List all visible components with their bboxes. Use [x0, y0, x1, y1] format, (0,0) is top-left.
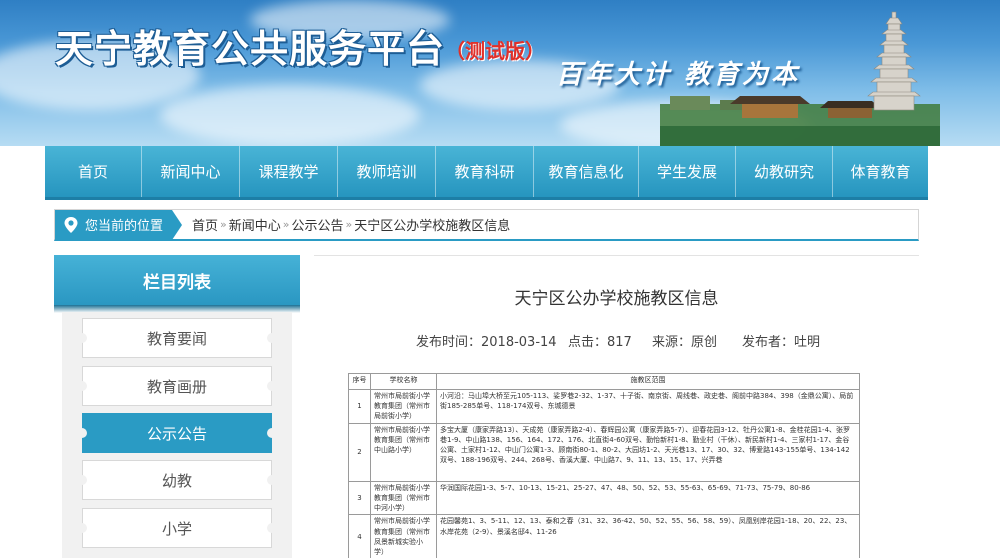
beta-tag: （测试版）: [445, 39, 545, 63]
table-header: 学校名称: [370, 373, 437, 390]
table-row: 1 常州市局前街小学教育集团（常州市局前街小学） 小河沿：马山埠大桥至元105-…: [348, 389, 860, 424]
breadcrumb-home[interactable]: 首页: [192, 215, 218, 234]
district-range: 花园馨苑1、3、5-11、12、13、泰和之春（31、32、36-42、50、5…: [436, 514, 860, 558]
nav-item-research[interactable]: 教育科研: [436, 146, 534, 197]
school-name: 常州市局前街小学教育集团（常州市中山路小学）: [370, 423, 437, 482]
breadcrumb-current: 天宁区公办学校施教区信息: [354, 219, 511, 234]
nav-item-news-center[interactable]: 新闻中心: [142, 146, 240, 197]
header-banner: 天宁教育公共服务平台 （测试版） 百年大计 教育为本: [0, 0, 1000, 146]
district-range: 多宝大厦（康家弄路13）、天成苑（康家弄路2-4）、春辉园公寓（康家弄路5-7）…: [436, 423, 860, 482]
nav-item-informatization[interactable]: 教育信息化: [534, 146, 639, 197]
location-badge: 您当前的位置: [55, 210, 182, 240]
site-title: 天宁教育公共服务平台: [55, 27, 446, 71]
publisher-text: 发布者：吐明: [742, 335, 821, 350]
district-range: 小河沿：马山埠大桥至元105-113、娑罗巷2-32、1-37、十子街、南京街、…: [436, 389, 860, 424]
sidebar-item-education-album[interactable]: 教育画册: [77, 366, 277, 406]
pagoda-illustration: [660, 11, 940, 146]
nav-item-preschool-research[interactable]: 幼教研究: [736, 146, 833, 197]
article-title: 天宁区公办学校施教区信息: [514, 289, 719, 309]
row-number: 3: [348, 480, 371, 516]
source-text: 来源：原创: [652, 335, 718, 350]
sidebar-item-education-news[interactable]: 教育要闻: [77, 318, 277, 358]
click-count: 点击：817: [568, 331, 632, 350]
nav-item-student-development[interactable]: 学生发展: [639, 146, 736, 197]
table-header: 序号: [348, 373, 371, 390]
sidebar: 教育要闻 教育画册 公示公告 幼教 小学: [62, 312, 292, 558]
nav-item-curriculum[interactable]: 课程教学: [240, 146, 338, 197]
breadcrumb-trail: 首页 » 新闻中心 » 公示公告 » 天宁区公办学校施教区信息: [192, 215, 510, 234]
table-header: 施教区范围: [436, 373, 860, 390]
location-pin-icon: [64, 216, 78, 233]
breadcrumb: 您当前的位置 首页 » 新闻中心 » 公示公告 » 天宁区公办学校施教区信息: [54, 209, 919, 241]
breadcrumb-announcements[interactable]: 公示公告: [292, 215, 344, 234]
table-row: 2 常州市局前街小学教育集团（常州市中山路小学） 多宝大厦（康家弄路13）、天成…: [348, 423, 860, 482]
table-row: 4 常州市局前街小学教育集团（常州市凤景新城实验小学） 花园馨苑1、3、5-11…: [348, 514, 860, 558]
click-count-text: 点击：817: [568, 335, 632, 350]
sidebar-item-announcements[interactable]: 公示公告: [77, 413, 277, 453]
table-header-row: 序号 学校名称 施教区范围: [348, 373, 860, 390]
sidebar-item-label: 公示公告: [146, 424, 207, 443]
publisher: 发布者：吐明: [742, 331, 820, 350]
row-number: 1: [348, 389, 371, 424]
breadcrumb-separator: »: [345, 218, 353, 231]
breadcrumb-separator: »: [282, 218, 290, 231]
breadcrumb-news-center[interactable]: 新闻中心: [229, 215, 281, 234]
main-nav: 首页 新闻中心 课程教学 教师培训 教育科研 教育信息化 学生发展 幼教研究 体…: [45, 146, 928, 200]
row-number: 4: [348, 514, 371, 558]
nav-item-home[interactable]: 首页: [45, 146, 142, 197]
table-row: 3 常州市局前街小学教育集团（常州市中河小学） 华润国际花园1-3、5-7、10…: [348, 480, 860, 516]
district-range: 华润国际花园1-3、5-7、10-13、15-21、25-27、47、48、50…: [436, 480, 860, 516]
publish-time: 发布时间：2018-03-14: [416, 331, 557, 350]
row-number: 2: [348, 423, 371, 482]
school-name: 常州市局前街小学教育集团（常州市凤景新城实验小学）: [370, 514, 437, 558]
nav-item-pe[interactable]: 体育教育: [833, 146, 928, 197]
school-name: 常州市局前街小学教育集团（常州市中河小学）: [370, 480, 437, 516]
sidebar-item-label: 小学: [161, 519, 192, 538]
sidebar-item-primary-school[interactable]: 小学: [77, 508, 277, 548]
breadcrumb-separator: »: [220, 218, 227, 231]
school-district-table: 序号 学校名称 施教区范围 1 常州市局前街小学教育集团（常州市局前街小学） 小…: [348, 373, 860, 558]
sidebar-title: 栏目列表: [54, 255, 300, 313]
school-name: 常州市局前街小学教育集团（常州市局前街小学）: [370, 389, 437, 424]
sidebar-item-label: 教育画册: [146, 377, 207, 396]
sidebar-item-label: 幼教: [161, 471, 192, 490]
nav-item-teacher-training[interactable]: 教师培训: [338, 146, 436, 197]
sidebar-item-preschool[interactable]: 幼教: [77, 460, 277, 500]
source: 来源：原创: [652, 331, 717, 350]
publish-time-text: 发布时间：2018-03-14: [416, 335, 557, 350]
location-label: 您当前的位置: [85, 219, 164, 234]
sidebar-item-label: 教育要闻: [146, 329, 207, 348]
